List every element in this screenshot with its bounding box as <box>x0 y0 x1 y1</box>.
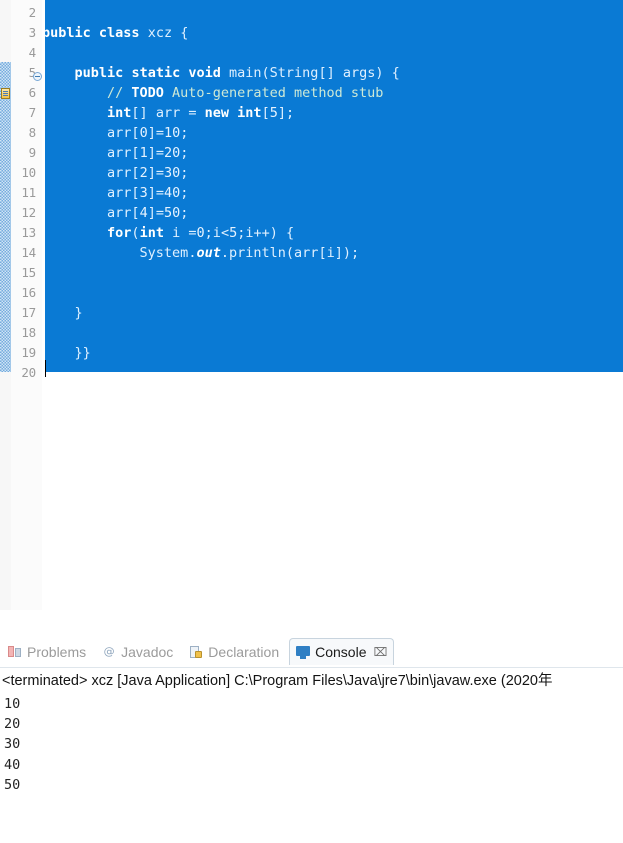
code-text-area[interactable]: package gga; public class xcz { public st… <box>42 0 623 610</box>
tab-declaration[interactable]: Declaration <box>183 638 285 665</box>
code-line: arr[4]=50; <box>107 205 189 221</box>
bottom-view-panel: Problems @ Javadoc Declaration Console ⌧ <ter… <box>0 634 623 843</box>
tab-label: Console <box>315 644 367 660</box>
code-line: arr[1]=20; <box>107 145 189 161</box>
tab-label: Declaration <box>208 643 280 660</box>
line-number: 8 <box>28 125 37 140</box>
line-number: 2 <box>28 5 37 20</box>
code-line: package gga; <box>42 0 140 3</box>
problems-icon <box>8 645 22 659</box>
line-number: 10 <box>21 165 36 180</box>
code-line: System.out.println(arr[i]); <box>139 245 360 261</box>
line-number: 20 <box>21 365 36 380</box>
tab-label: Problems <box>27 643 87 660</box>
line-number: 5 <box>28 65 37 80</box>
line-number: 11 <box>21 185 36 200</box>
line-number: 6 <box>28 85 37 100</box>
line-number: 15 <box>21 265 36 280</box>
code-line: // TODO Auto-generated method stub <box>42 85 384 101</box>
line-number: 19 <box>21 345 36 360</box>
code-line: for(int i =0;i<5;i++) { <box>107 225 295 241</box>
tab-label: Javadoc <box>121 643 174 660</box>
code-line: }} <box>74 345 91 361</box>
console-icon <box>296 645 311 659</box>
code-line: public static void main(String[] args) { <box>74 65 400 81</box>
code-line: arr[0]=10; <box>107 125 189 141</box>
declaration-icon <box>189 645 203 659</box>
code-line: } <box>74 305 83 321</box>
eclipse-ide-window: 1234567891011121314151617181920 package … <box>0 0 623 843</box>
code-fold-toggle-icon[interactable] <box>33 72 42 81</box>
javadoc-icon: @ <box>103 644 115 658</box>
selection-annotation-band <box>0 62 11 372</box>
java-editor[interactable]: 1234567891011121314151617181920 package … <box>0 0 623 610</box>
code-line: arr[2]=30; <box>107 165 189 181</box>
line-number: 14 <box>21 245 36 260</box>
bookmark-icon[interactable] <box>1 88 10 99</box>
line-number: 9 <box>28 145 37 160</box>
text-caret <box>45 360 46 377</box>
line-number-gutter: 1234567891011121314151617181920 <box>11 0 43 610</box>
line-number: 13 <box>21 225 36 240</box>
code-line: public class xcz { <box>42 25 189 41</box>
line-number: 16 <box>21 285 36 300</box>
console-output: 10 20 30 40 50 <box>4 694 20 795</box>
line-number: 18 <box>21 325 36 340</box>
close-icon[interactable]: ⌧ <box>374 645 388 659</box>
tab-javadoc[interactable]: @ Javadoc <box>96 638 179 665</box>
console-view[interactable]: <terminated> xcz [Java Application] C:\P… <box>0 667 623 843</box>
console-output-line: 40 <box>4 756 21 773</box>
console-output-line: 20 <box>4 716 21 733</box>
console-output-line: 50 <box>4 776 21 793</box>
line-number: 7 <box>28 105 37 120</box>
line-number: 4 <box>28 45 37 60</box>
code-line: arr[3]=40; <box>107 185 189 201</box>
line-number: 17 <box>21 305 36 320</box>
view-tab-strip: Problems @ Javadoc Declaration Console ⌧ <box>0 634 623 667</box>
console-output-line: 30 <box>4 736 21 753</box>
console-process-label: <terminated> xcz [Java Application] C:\P… <box>2 673 553 689</box>
code-line: int[] arr = new int[5]; <box>107 105 295 121</box>
tab-problems[interactable]: Problems <box>2 638 92 665</box>
line-number: 3 <box>28 25 37 40</box>
line-number: 12 <box>21 205 36 220</box>
console-output-line: 10 <box>4 696 21 712</box>
tab-console[interactable]: Console ⌧ <box>289 638 395 665</box>
